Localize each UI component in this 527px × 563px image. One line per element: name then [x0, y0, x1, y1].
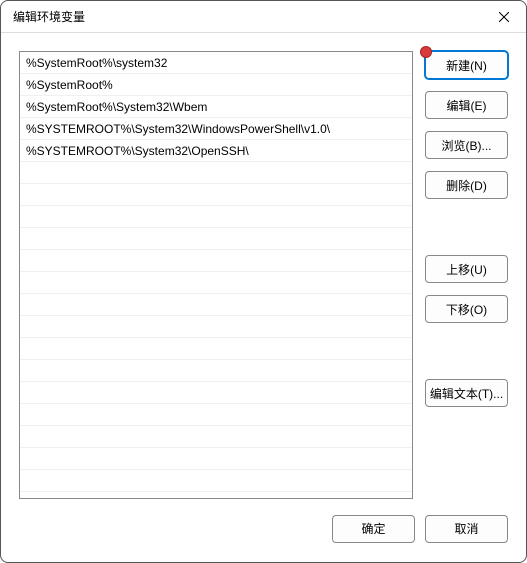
- delete-button[interactable]: 删除(D): [425, 171, 508, 199]
- new-button[interactable]: 新建(N): [425, 51, 508, 79]
- list-item[interactable]: %SYSTEMROOT%\System32\OpenSSH\: [20, 140, 412, 162]
- edit-button[interactable]: 编辑(E): [425, 91, 508, 119]
- move-down-button[interactable]: 下移(O): [425, 295, 508, 323]
- list-item[interactable]: %SystemRoot%\system32: [20, 52, 412, 74]
- list-item[interactable]: [20, 316, 412, 338]
- browse-button[interactable]: 浏览(B)...: [425, 131, 508, 159]
- edit-text-button[interactable]: 编辑文本(T)...: [425, 379, 508, 407]
- list-item[interactable]: [20, 448, 412, 470]
- list-item[interactable]: [20, 206, 412, 228]
- list-item[interactable]: [20, 382, 412, 404]
- list-item[interactable]: [20, 470, 412, 492]
- dialog-footer: 确定 取消: [1, 509, 526, 562]
- env-var-edit-dialog: 编辑环境变量 %SystemRoot%\system32 %SystemRoot…: [0, 0, 527, 563]
- annotation-dot-icon: [420, 46, 432, 58]
- list-item[interactable]: %SystemRoot%: [20, 74, 412, 96]
- button-column: 新建(N) 编辑(E) 浏览(B)... 删除(D) 上移(U) 下移(O) 编…: [425, 51, 508, 499]
- move-up-button[interactable]: 上移(U): [425, 255, 508, 283]
- list-item[interactable]: [20, 250, 412, 272]
- list-item[interactable]: [20, 184, 412, 206]
- path-list[interactable]: %SystemRoot%\system32 %SystemRoot% %Syst…: [19, 51, 413, 499]
- ok-button[interactable]: 确定: [332, 515, 415, 543]
- list-item[interactable]: %SystemRoot%\System32\Wbem: [20, 96, 412, 118]
- list-item[interactable]: %SYSTEMROOT%\System32\WindowsPowerShell\…: [20, 118, 412, 140]
- dialog-content: %SystemRoot%\system32 %SystemRoot% %Syst…: [1, 33, 526, 509]
- list-item[interactable]: [20, 272, 412, 294]
- titlebar: 编辑环境变量: [1, 1, 526, 33]
- list-item[interactable]: [20, 426, 412, 448]
- close-icon: [499, 12, 509, 22]
- list-item[interactable]: [20, 228, 412, 250]
- list-item[interactable]: [20, 162, 412, 184]
- list-item[interactable]: [20, 360, 412, 382]
- list-item[interactable]: [20, 338, 412, 360]
- dialog-title: 编辑环境变量: [13, 8, 85, 25]
- list-item[interactable]: [20, 404, 412, 426]
- close-button[interactable]: [482, 1, 526, 33]
- cancel-button[interactable]: 取消: [425, 515, 508, 543]
- list-item[interactable]: [20, 294, 412, 316]
